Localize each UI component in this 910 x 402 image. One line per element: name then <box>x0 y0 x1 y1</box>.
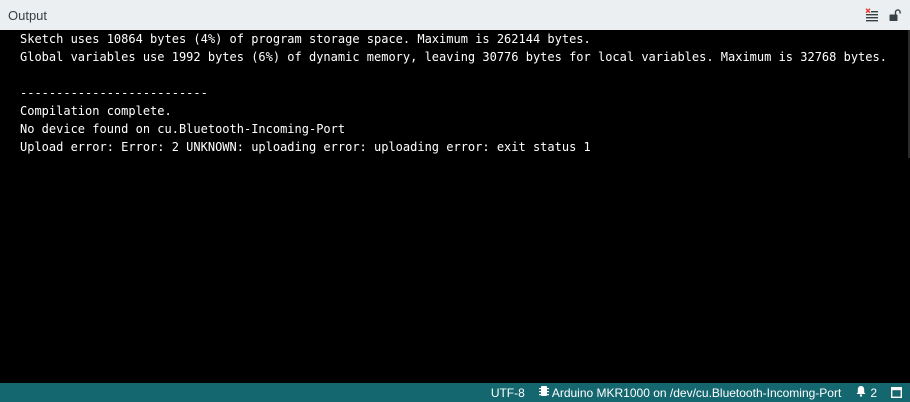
encoding-status[interactable]: UTF-8 <box>491 386 525 400</box>
output-line: No device found on cu.Bluetooth-Incoming… <box>20 122 346 136</box>
board-status[interactable]: Arduino MKR1000 on /dev/cu.Bluetooth-Inc… <box>538 384 842 402</box>
status-bar: UTF-8 Arduino MKR1000 on /dev/cu.Bluetoo… <box>0 383 910 402</box>
output-line: Compilation complete. <box>20 104 172 118</box>
output-console[interactable]: Sketch uses 10864 bytes (4%) of program … <box>0 30 910 383</box>
output-line: Global variables use 1992 bytes (6%) of … <box>20 50 887 64</box>
board-chip-icon <box>538 384 549 402</box>
output-line: Upload error: Error: 2 UNKNOWN: uploadin… <box>20 140 591 154</box>
unlock-icon[interactable] <box>887 8 902 23</box>
notifications-status[interactable]: 2 <box>855 384 877 402</box>
output-line: Sketch uses 10864 bytes (4%) of program … <box>20 32 591 46</box>
notifications-count: 2 <box>870 385 877 400</box>
panel-toggle-icon[interactable] <box>891 387 902 398</box>
board-label: Arduino MKR1000 on /dev/cu.Bluetooth-Inc… <box>551 385 842 400</box>
output-panel: Output Sketch uses 10864 bytes (4%) of p… <box>0 0 910 402</box>
panel-title: Output <box>8 8 48 23</box>
output-line <box>20 66 910 84</box>
output-panel-header: Output <box>0 0 910 30</box>
panel-actions <box>864 8 902 23</box>
output-lines: Sketch uses 10864 bytes (4%) of program … <box>20 30 910 156</box>
output-line: -------------------------- <box>20 86 208 100</box>
clear-output-icon[interactable] <box>864 8 879 23</box>
bell-icon <box>855 384 867 402</box>
